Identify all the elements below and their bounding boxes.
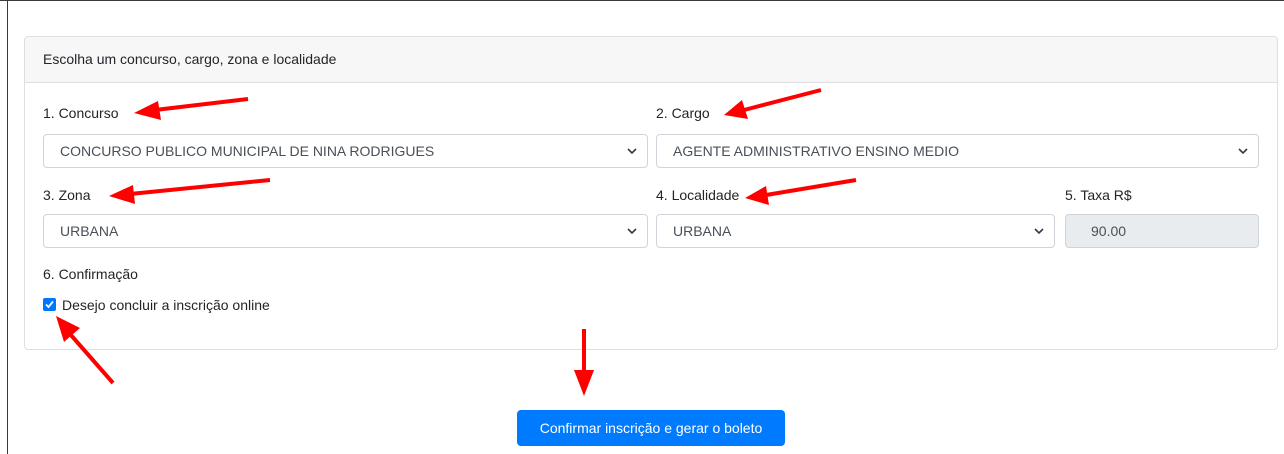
- cargo-label: 2. Cargo: [656, 105, 710, 121]
- chevron-down-icon: [1238, 148, 1248, 155]
- concurso-select[interactable]: CONCURSO PUBLICO MUNICIPAL DE NINA RODRI…: [43, 134, 648, 168]
- zona-label: 3. Zona: [43, 187, 91, 203]
- confirm-checkbox-label[interactable]: Desejo concluir a inscrição online: [62, 297, 270, 313]
- card-header: Escolha um concurso, cargo, zona e local…: [25, 37, 1277, 83]
- localidade-select[interactable]: URBANA: [656, 214, 1055, 248]
- confirm-checkbox[interactable]: [43, 298, 56, 311]
- zona-select[interactable]: URBANA: [43, 214, 648, 248]
- chevron-down-icon: [627, 148, 637, 155]
- chevron-down-icon: [627, 228, 637, 235]
- taxa-label: 5. Taxa R$: [1065, 187, 1132, 203]
- localidade-select-value: URBANA: [673, 223, 732, 239]
- cargo-select[interactable]: AGENTE ADMINISTRATIVO ENSINO MEDIO: [656, 134, 1259, 168]
- confirm-submit-button[interactable]: Confirmar inscrição e gerar o boleto: [517, 410, 785, 446]
- zona-select-value: URBANA: [60, 223, 119, 239]
- cargo-select-value: AGENTE ADMINISTRATIVO ENSINO MEDIO: [673, 143, 959, 159]
- localidade-label: 4. Localidade: [656, 187, 740, 203]
- checkmark-icon: [45, 300, 54, 309]
- concurso-select-value: CONCURSO PUBLICO MUNICIPAL DE NINA RODRI…: [60, 143, 435, 159]
- window-top-border: [0, 0, 1284, 1]
- concurso-label: 1. Concurso: [43, 105, 119, 121]
- window-left-border: [7, 0, 8, 454]
- taxa-input: 90.00: [1065, 214, 1259, 248]
- confirmacao-label: 6. Confirmação: [43, 266, 138, 282]
- chevron-down-icon: [1034, 228, 1044, 235]
